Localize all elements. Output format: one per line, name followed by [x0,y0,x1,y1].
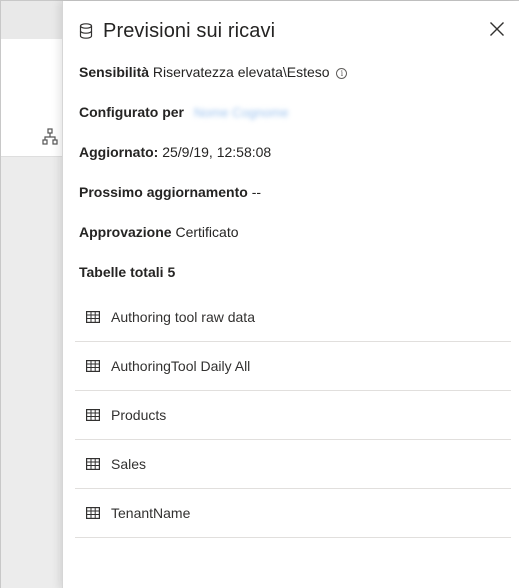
sensitivity-label: Sensibilità [79,64,150,80]
next-update-row: Prossimo aggiornamento -- [79,184,261,200]
configured-by-label: Configurato per [79,104,184,120]
table-name: TenantName [111,505,191,521]
updated-label: Aggiornato: [79,144,159,160]
background-toolbar [1,1,63,39]
table-name: Authoring tool raw data [111,309,255,325]
table-row[interactable]: TenantName [75,489,511,538]
details-panel: Previsioni sui ricavi Sensibilità Riserv… [62,1,519,588]
sensitivity-row: Sensibilità Riservatezza elevata\Esteso … [79,64,348,80]
table-row[interactable]: Products [75,391,511,440]
background-lower [1,157,63,588]
table-name: AuthoringTool Daily All [111,358,251,374]
next-update-label: Prossimo aggiornamento [79,184,248,200]
panel-header: Previsioni sui ricavi [79,19,275,43]
table-icon [86,507,100,519]
tables-total-value: 5 [167,264,176,280]
info-icon[interactable]: i [336,68,348,79]
updated-row: Aggiornato: 25/9/19, 12:58:08 [79,144,271,160]
app-frame: Previsioni sui ricavi Sensibilità Riserv… [0,0,519,588]
updated-value: 25/9/19, 12:58:08 [162,144,272,160]
table-row[interactable]: AuthoringTool Daily All [75,342,511,391]
table-name: Products [111,407,167,423]
lineage-icon[interactable] [41,128,59,146]
approval-row: Approvazione Certificato [79,224,239,240]
tables-list: Authoring tool raw data AuthoringTool Da… [75,293,511,538]
approval-label: Approvazione [79,224,172,240]
close-button[interactable] [487,19,507,39]
table-row[interactable]: Authoring tool raw data [75,293,511,342]
panel-title: Previsioni sui ricavi [103,19,276,42]
tables-total-label: Tabelle totali [79,264,164,280]
configured-by-row: Configurato per Nome Cognome [79,104,289,120]
table-icon [86,458,100,470]
table-icon [86,311,100,323]
sensitivity-value: Riservatezza elevata\Esteso [152,64,330,80]
table-icon [86,409,100,421]
table-name: Sales [111,456,147,472]
table-icon [86,360,100,372]
configured-by-value[interactable]: Nome Cognome [194,105,289,120]
next-update-value: -- [251,184,262,200]
tables-total-row: Tabelle totali 5 [79,264,175,280]
close-icon [490,22,504,36]
table-row[interactable]: Sales [75,440,511,489]
database-icon [79,23,93,39]
approval-value: Certificato [175,224,239,240]
